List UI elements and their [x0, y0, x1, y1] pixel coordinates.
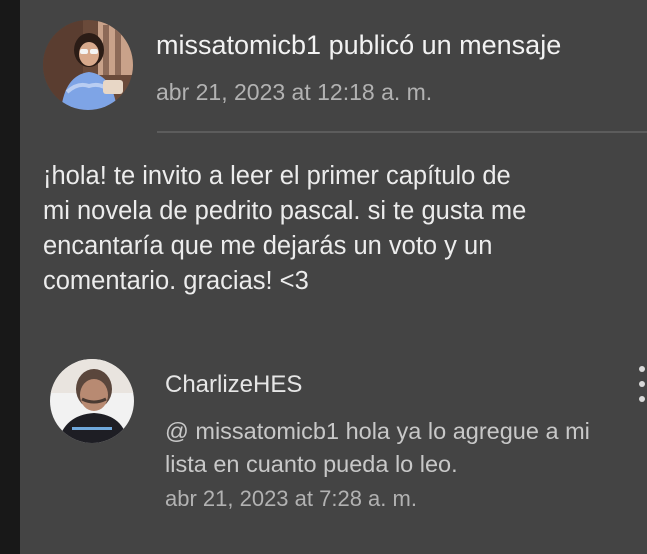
post-body-line: encantaría que me dejarás un voto y un	[43, 232, 493, 260]
menu-dot	[639, 366, 645, 372]
comment-mention[interactable]: @ missatomicb1	[165, 418, 339, 444]
post-header: missatomicb1 publicó un mensaje	[156, 30, 561, 61]
post-body-line: mi novela de pedrito pascal. si te gusta…	[43, 197, 527, 225]
comment-body-line: lista en cuanto pueda lo leo.	[165, 451, 458, 477]
menu-dot	[639, 396, 645, 402]
menu-dot	[639, 381, 645, 387]
post-timestamp: abr 21, 2023 at 12:18 a. m.	[156, 79, 433, 105]
message-panel: missatomicb1 publicó un mensaje abr 21, …	[20, 0, 647, 554]
comment-author-avatar[interactable]	[50, 359, 134, 443]
screen: missatomicb1 publicó un mensaje abr 21, …	[0, 0, 647, 554]
post-author-name[interactable]: missatomicb1	[156, 30, 321, 60]
post-body: ¡hola! te invito a leer el primer capítu…	[43, 159, 623, 299]
divider	[157, 131, 647, 133]
comment-avatar-image	[50, 359, 134, 443]
comment-timestamp: abr 21, 2023 at 7:28 a. m.	[165, 486, 417, 511]
more-vertical-icon[interactable]	[632, 364, 647, 404]
post-body-line: ¡hola! te invito a leer el primer capítu…	[43, 162, 511, 190]
comment-author-name[interactable]: CharlizeHES	[165, 371, 302, 399]
post-action: publicó un mensaje	[328, 30, 562, 60]
post-author-avatar[interactable]	[43, 20, 133, 110]
post-body-line: comentario. gracias! <3	[43, 267, 309, 295]
comment-body-line: @ missatomicb1 hola ya lo agregue a mi	[165, 415, 647, 448]
post-avatar-image	[43, 20, 133, 110]
comment-text: hola ya lo agregue a mi	[339, 418, 590, 444]
comment-body: @ missatomicb1 hola ya lo agregue a mi l…	[165, 415, 647, 481]
